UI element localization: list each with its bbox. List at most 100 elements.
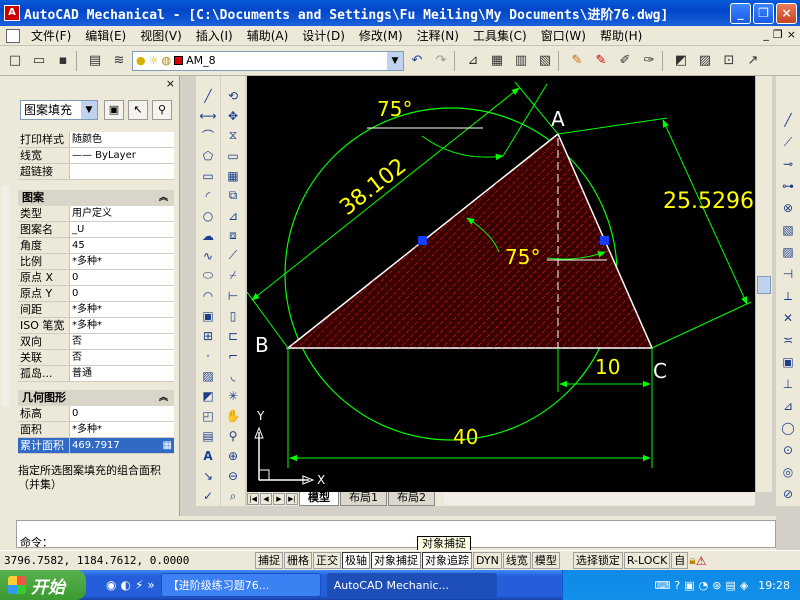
undo-icon[interactable]: ↶ [406, 50, 428, 72]
angle-arc-top-curve[interactable] [421, 135, 504, 161]
circle-icon[interactable]: ○ [198, 206, 218, 225]
dim-10-text[interactable]: 10 [595, 355, 620, 379]
tool-icon[interactable]: ⊘ [778, 484, 798, 504]
tool-icon[interactable]: ⟋ [778, 132, 798, 152]
prev-tab-icon[interactable]: ◀ [260, 493, 272, 505]
point-icon[interactable]: · [198, 347, 218, 366]
selection-lock[interactable]: 选择锁定 [572, 552, 623, 569]
zoom-realtime-icon[interactable]: ⚲ [223, 427, 243, 446]
vertex-a[interactable]: A [551, 107, 565, 131]
copy-icon[interactable]: ✥ [223, 106, 243, 125]
menu-insert[interactable]: 插入(I) [189, 27, 240, 44]
start-button[interactable]: 开始 [0, 570, 86, 600]
extend-icon[interactable]: ⊢ [223, 286, 243, 305]
text-icon[interactable]: A [198, 447, 218, 466]
line-icon[interactable]: ╱ [198, 86, 218, 105]
print-icon[interactable]: ▤ [84, 50, 106, 72]
tool-icon[interactable]: ⊙ [778, 440, 798, 460]
dim-ac-text[interactable]: 25.5296 [663, 189, 754, 214]
check-icon[interactable]: ✓ [198, 487, 218, 506]
trim-icon[interactable]: ⌿ [223, 266, 243, 285]
menu-toolsets[interactable]: 工具集(C) [466, 27, 534, 44]
rectangle-icon[interactable]: ▭ [198, 166, 218, 185]
menu-view[interactable]: 视图(V) [133, 27, 189, 44]
help-icon[interactable]: ? [674, 579, 680, 592]
document-icon[interactable] [6, 28, 20, 43]
task-button-autocad[interactable]: AutoCAD Mechanic... [326, 573, 497, 597]
prop-row[interactable]: ISO 笔宽 *多种* [18, 318, 174, 334]
coordinate-readout[interactable]: 3796.7582, 1184.7612, 0.0000 [0, 554, 255, 567]
angle-inner-text[interactable]: 75° [505, 245, 540, 269]
tool-icon[interactable]: ⊣ [778, 264, 798, 284]
chamfer-icon[interactable]: ⌐ [223, 347, 243, 366]
offset-icon[interactable]: ▭ [223, 146, 243, 165]
quick-select-icon[interactable]: ⚲ [152, 100, 172, 120]
close-button[interactable]: × [776, 3, 797, 24]
tab-layout2[interactable]: 布局2 [388, 492, 435, 506]
clock[interactable]: 19:28 [758, 579, 790, 592]
tool-icon[interactable]: ▨ [778, 242, 798, 262]
prop-row[interactable]: 标高 0 [18, 406, 174, 422]
tool-icon[interactable]: ⊥ [778, 374, 798, 394]
status-auto[interactable]: 自 [671, 552, 689, 569]
construction-line-icon[interactable]: ⟷ [198, 106, 218, 125]
first-tab-icon[interactable]: |◀ [247, 493, 259, 505]
ie-icon[interactable]: ◉ [106, 578, 116, 592]
toggle-otrack[interactable]: 对象追踪 [422, 552, 472, 569]
menu-annotate[interactable]: 注释(N) [410, 27, 466, 44]
zoom-extents-icon[interactable]: ⌕ [223, 487, 243, 506]
prop-row[interactable]: 间距 *多种* [18, 302, 174, 318]
grip[interactable] [600, 236, 609, 245]
keyboard-icon[interactable]: ⌨ [654, 579, 670, 592]
fillet-icon[interactable]: ◟ [223, 367, 243, 386]
menu-window[interactable]: 窗口(W) [534, 27, 593, 44]
mirror-icon[interactable]: ⧖ [223, 126, 243, 145]
r-lock[interactable]: R-LOCK [623, 552, 671, 569]
zoom-window-icon[interactable]: ⊡ [718, 50, 740, 72]
hatch-icon[interactable]: ▨ [694, 50, 716, 72]
toggle-model[interactable]: 模型 [531, 552, 560, 569]
tool-icon[interactable]: ◎ [778, 462, 798, 482]
insert-block-icon[interactable]: ▣ [198, 307, 218, 326]
polyline-icon[interactable]: ⌒ [198, 126, 218, 145]
region-icon[interactable]: ◰ [198, 407, 218, 426]
pan-realtime-icon[interactable]: ✋ [223, 407, 243, 426]
ellipse-icon[interactable]: ⬭ [198, 266, 218, 285]
category-geometry[interactable]: 几何图形 ︽ [18, 390, 174, 406]
toggle-grid[interactable]: 栅格 [284, 552, 312, 569]
scale-icon[interactable]: ⧈ [223, 226, 243, 245]
volume-icon[interactable]: ◔ [699, 579, 709, 592]
stretch-icon[interactable]: ⟋ [223, 246, 243, 265]
command-line[interactable]: 命令： [16, 520, 776, 549]
zoom-window-icon[interactable]: ⊕ [223, 447, 243, 466]
rotate-icon[interactable]: ⊿ [223, 206, 243, 225]
palette-scrollbar[interactable] [1, 186, 9, 406]
new-file-icon[interactable]: □ [4, 50, 26, 72]
toggle-pickadd-icon[interactable]: ▣ [104, 100, 124, 120]
prop-row[interactable]: 比例 *多种* [18, 254, 174, 270]
task-button-document[interactable]: 【进阶级练习题76... [160, 573, 321, 597]
doc-minimize-button[interactable]: _ [763, 28, 769, 41]
edit-icon[interactable]: ✐ [614, 50, 636, 72]
pan-icon[interactable]: ↗ [742, 50, 764, 72]
pencil-red-icon[interactable]: ✎ [590, 50, 612, 72]
prop-row[interactable]: 原点 Y0 [18, 286, 174, 302]
drawing-svg[interactable]: 38.102 25.5296 75° 75° 10 40 A B C Y X [247, 76, 755, 492]
dimension-icon[interactable]: ⊿ [462, 50, 484, 72]
chevron-up-icon[interactable]: ︽ [159, 190, 168, 206]
select-objects-icon[interactable]: ↖ [128, 100, 148, 120]
array-icon[interactable]: ▦ [223, 166, 243, 185]
minimize-button[interactable]: _ [730, 3, 751, 24]
make-block-icon[interactable]: ⊞ [198, 327, 218, 346]
vertex-c[interactable]: C [653, 359, 667, 383]
show-more-icon[interactable]: » [147, 578, 154, 592]
gradient-icon[interactable]: ◩ [198, 387, 218, 406]
last-tab-icon[interactable]: ▶| [286, 493, 298, 505]
spline-icon[interactable]: ∿ [198, 246, 218, 265]
toggle-polar[interactable]: 极轴 [342, 552, 370, 569]
object-type-select[interactable]: 图案填充 ▼ [20, 100, 98, 120]
revcloud-icon[interactable]: ☁ [198, 226, 218, 245]
prop-row[interactable]: 关联否 [18, 350, 174, 366]
menu-design[interactable]: 设计(D) [295, 27, 352, 44]
palette-close-icon[interactable]: × [166, 77, 175, 90]
